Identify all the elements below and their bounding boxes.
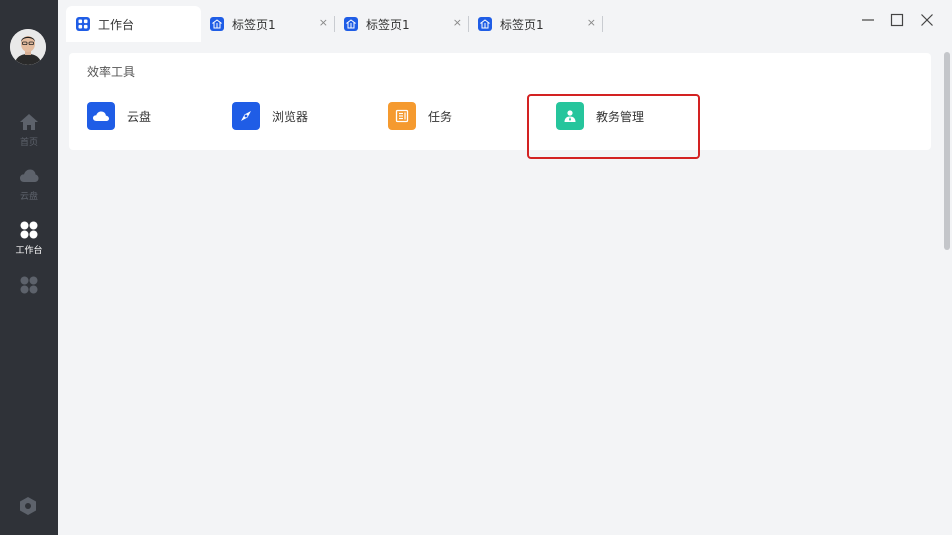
tool-label: 浏览器	[272, 109, 309, 124]
sidebar-item-label: 工作台	[15, 246, 43, 256]
sidebar: 首页 云盘 工作台	[0, 0, 58, 535]
tab-close-icon[interactable]: ×	[319, 16, 328, 29]
minimize-icon[interactable]	[860, 12, 876, 28]
tool-browser[interactable]: 浏览器	[232, 102, 308, 130]
workbench-content: 效率工具 云盘 浏览器 任务 教务管理	[58, 42, 942, 535]
task-icon	[388, 102, 416, 130]
tab-workbench[interactable]: 工作台	[66, 6, 201, 42]
tab-title: 标签页1	[500, 17, 544, 32]
tab-page-2[interactable]: 标签页1 ×	[334, 6, 468, 42]
efficiency-tools-card: 效率工具 云盘 浏览器 任务 教务管理	[69, 53, 931, 159]
sidebar-item-home[interactable]: 首页	[0, 112, 58, 158]
hexagon-settings-icon[interactable]	[18, 496, 38, 516]
sidebar-item-workbench[interactable]: 工作台	[0, 220, 58, 266]
tab-close-icon[interactable]: ×	[587, 16, 596, 29]
close-icon[interactable]	[919, 12, 935, 28]
sidebar-item-label: 首页	[19, 138, 38, 148]
selection-highlight	[527, 94, 700, 159]
sidebar-item-label: 云盘	[19, 192, 38, 202]
tool-cloud-drive[interactable]: 云盘	[87, 102, 151, 130]
cloud-icon	[20, 169, 39, 182]
tab-close-icon[interactable]: ×	[453, 16, 462, 29]
sidebar-item-apps[interactable]	[0, 275, 58, 321]
avatar[interactable]	[10, 29, 46, 65]
tab-page-3[interactable]: 标签页1 ×	[468, 6, 602, 42]
tab-title: 标签页1	[232, 17, 276, 32]
workbench-icon	[76, 17, 90, 31]
enterprise-icon	[210, 17, 224, 31]
tool-label: 任务	[428, 109, 453, 124]
compass-icon	[232, 102, 260, 130]
tab-title: 工作台	[98, 17, 135, 32]
enterprise-icon	[344, 17, 358, 31]
sidebar-item-cloud[interactable]: 云盘	[0, 166, 58, 212]
apps-icon	[20, 276, 38, 294]
scrollbar-thumb[interactable]	[944, 52, 950, 250]
tool-label: 云盘	[127, 109, 152, 124]
tab-page-1[interactable]: 标签页1 ×	[200, 6, 334, 42]
tool-tasks[interactable]: 任务	[388, 102, 452, 130]
tab-divider	[602, 16, 603, 32]
tab-title: 标签页1	[366, 17, 410, 32]
cloud-icon	[87, 102, 115, 130]
maximize-icon[interactable]	[889, 12, 905, 28]
enterprise-icon	[478, 17, 492, 31]
title-bar: 工作台 标签页1 × 标签页1 × 标签页1 ×	[58, 0, 952, 42]
home-icon	[20, 114, 38, 130]
section-title: 效率工具	[87, 65, 136, 79]
workbench-icon	[20, 221, 38, 239]
